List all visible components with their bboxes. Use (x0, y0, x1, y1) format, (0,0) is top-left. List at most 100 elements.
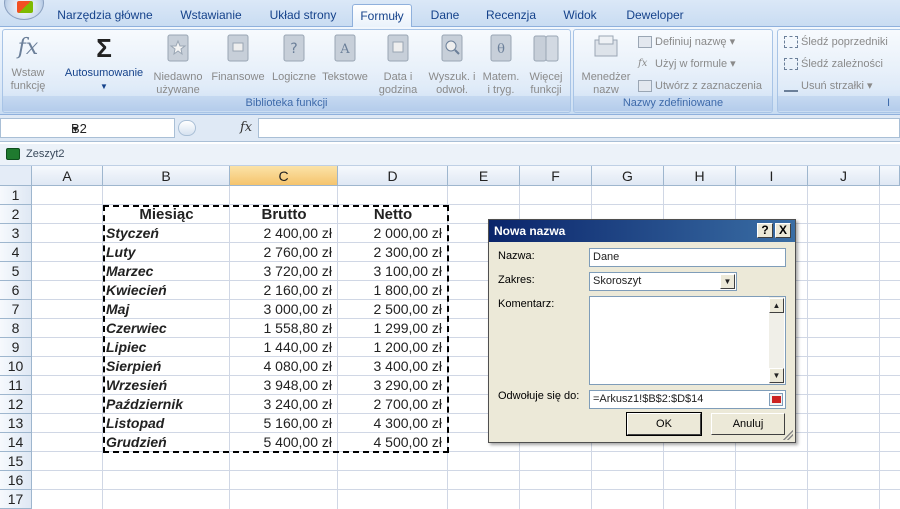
autosum-dropdown-icon: ▼ (100, 82, 108, 91)
logical-button[interactable]: ? Logiczne (269, 32, 319, 84)
row-header-5[interactable]: 5 (0, 262, 32, 281)
tab-developer[interactable]: Deweloper (618, 4, 692, 27)
tab-insert[interactable]: Wstawianie (170, 4, 252, 27)
row-header-4[interactable]: 4 (0, 243, 32, 262)
tab-formulas[interactable]: Formuły (352, 4, 412, 27)
comment-textarea[interactable]: ▲ ▼ (589, 296, 786, 385)
group-label-function-library: Biblioteka funkcji (3, 96, 570, 111)
create-from-selection-button[interactable]: Utwórz z zaznaczenia (638, 77, 762, 95)
resize-grip-icon[interactable] (783, 430, 793, 440)
row-header-12[interactable]: 12 (0, 395, 32, 414)
close-button[interactable]: X (775, 223, 791, 238)
office-logo-icon (17, 1, 33, 13)
column-header-h[interactable]: H (664, 166, 736, 186)
tab-page-layout[interactable]: Układ strony (262, 4, 344, 27)
row-header-9[interactable]: 9 (0, 338, 32, 357)
tab-home[interactable]: Narzędzia główne (52, 4, 158, 27)
column-header-g[interactable]: G (592, 166, 664, 186)
dialog-title[interactable]: Nowa nazwa (489, 220, 795, 242)
column-header-a[interactable]: A (32, 166, 103, 186)
table-select-icon (638, 80, 652, 93)
row-header-14[interactable]: 14 (0, 433, 32, 452)
name-field[interactable]: Dane (589, 248, 786, 267)
define-name-icon (638, 36, 652, 49)
autosum-button[interactable]: Σ Autosumowanie ▼ (59, 32, 149, 93)
row-header-3[interactable]: 3 (0, 224, 32, 243)
row-header-2[interactable]: 2 (0, 205, 32, 224)
row-header-16[interactable]: 16 (0, 471, 32, 490)
tab-data[interactable]: Dane (424, 4, 466, 27)
scroll-down-icon[interactable]: ▼ (769, 368, 784, 383)
trace-dependents-button[interactable]: Śledź zależności (784, 55, 883, 73)
more-functions-button[interactable]: Więcej funkcji (523, 32, 569, 97)
ok-button[interactable]: OK (626, 412, 702, 436)
trace-dependents-icon (784, 58, 798, 71)
help-button[interactable]: ? (757, 223, 773, 238)
cancel-button[interactable]: Anuluj (711, 413, 785, 435)
math-trig-button[interactable]: θ Matem. i tryg. (479, 32, 523, 97)
lookup-button[interactable]: Wyszuk. i odwoł. (425, 32, 479, 97)
svg-text:θ: θ (497, 42, 505, 57)
row-header-10[interactable]: 10 (0, 357, 32, 376)
row-header-6[interactable]: 6 (0, 281, 32, 300)
insert-function-button[interactable]: fx Wstaw funkcję (5, 32, 51, 93)
financial-button[interactable]: Finansowe (209, 32, 267, 84)
insert-function-fx-icon[interactable]: fx (240, 120, 252, 135)
refers-to-value: =Arkusz1!$B$2:$D$14 (593, 393, 704, 405)
formula-bar: B2 ▼ fx (0, 115, 900, 142)
group-label-defined-names: Nazwy zdefiniowane (574, 96, 772, 111)
office-button[interactable] (4, 0, 44, 20)
group-function-library: fx Wstaw funkcję Σ Autosumowanie ▼ Nieda… (2, 29, 571, 113)
row-header-17[interactable]: 17 (0, 490, 32, 509)
row-header-11[interactable]: 11 (0, 376, 32, 395)
row-header-7[interactable]: 7 (0, 300, 32, 319)
refers-to-field[interactable]: =Arkusz1!$B$2:$D$14 (589, 390, 786, 409)
remove-arrows-button[interactable]: Usuń strzałki ▾ (784, 77, 873, 95)
scope-select[interactable]: Skoroszyt ▼ (589, 272, 737, 291)
row-header-15[interactable]: 15 (0, 452, 32, 471)
group-defined-names: Menedżer nazw Definiuj nazwę ▾ fx Użyj w … (573, 29, 773, 113)
grid-line (32, 489, 900, 490)
workbook-title: Zeszyt2 (26, 148, 65, 160)
define-name-button[interactable]: Definiuj nazwę ▾ (638, 33, 735, 51)
excel-workbook-icon (6, 148, 20, 160)
text-button[interactable]: A Tekstowe (319, 32, 371, 84)
grid-line (32, 470, 900, 471)
column-header-b[interactable]: B (103, 166, 230, 186)
datetime-button[interactable]: Data i godzina (373, 32, 423, 97)
formula-input[interactable] (258, 118, 900, 138)
text-book-icon: A (334, 34, 356, 62)
scroll-up-icon[interactable]: ▲ (769, 298, 784, 313)
trace-precedents-button[interactable]: Śledź poprzedniki (784, 33, 888, 51)
scope-dropdown-icon[interactable]: ▼ (720, 274, 735, 289)
tab-view[interactable]: Widok (556, 4, 604, 27)
row-header-13[interactable]: 13 (0, 414, 32, 433)
column-header-i[interactable]: I (736, 166, 808, 186)
financial-book-icon (227, 34, 249, 62)
column-header-j[interactable]: J (808, 166, 880, 186)
name-manager-button[interactable]: Menedżer nazw (578, 32, 634, 97)
star-book-icon (167, 34, 189, 62)
name-box-dropdown-icon[interactable]: ▼ (71, 124, 170, 134)
column-header-f[interactable]: F (520, 166, 592, 186)
formula-bar-resize-handle[interactable] (178, 120, 196, 136)
column-header-next[interactable] (880, 166, 900, 186)
svg-text:A: A (339, 42, 350, 57)
magnifier-book-icon (441, 34, 463, 62)
row-header-1[interactable]: 1 (0, 186, 32, 205)
range-picker-icon[interactable] (769, 393, 783, 406)
column-header-e[interactable]: E (448, 166, 520, 186)
refers-to-label: Odwołuje się do: (498, 390, 580, 402)
recently-used-button[interactable]: Niedawno używane (149, 32, 207, 97)
ribbon-tab-bar: Narzędzia główne Wstawianie Układ strony… (0, 0, 900, 27)
fx-small-icon: fx (638, 58, 648, 70)
column-header-c[interactable]: C (230, 166, 338, 186)
name-box[interactable]: B2 ▼ (0, 118, 175, 138)
tab-review[interactable]: Recenzja (480, 4, 542, 27)
column-header-d[interactable]: D (338, 166, 448, 186)
use-in-formula-button[interactable]: fx Użyj w formule ▾ (638, 55, 736, 73)
theta-book-icon: θ (490, 34, 512, 62)
select-all-corner[interactable] (0, 166, 32, 186)
trace-precedents-icon (784, 36, 798, 49)
row-header-8[interactable]: 8 (0, 319, 32, 338)
